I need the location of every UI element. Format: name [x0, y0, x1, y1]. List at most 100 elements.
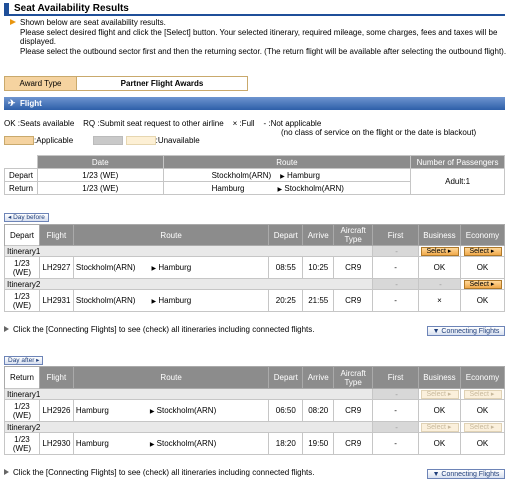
flight-section-header: ✈ Flight [4, 97, 505, 110]
col-aircraft: Aircraft Type [333, 224, 374, 246]
intro-line-1: Shown below are seat availability result… [20, 18, 166, 27]
first-availability: - [372, 432, 419, 455]
route-to: Stockholm(ARN) [156, 439, 217, 448]
route-arrow-icon: ▶ [149, 442, 155, 448]
flight-date: 1/23 (WE) [4, 256, 40, 279]
header-accent-bar [4, 3, 9, 14]
legend-na: - :Not applicable [263, 119, 322, 128]
itinerary-summary-table: Date Route Number of Passengers Depart 1… [4, 155, 505, 195]
summary-header-passengers: Number of Passengers [410, 155, 505, 169]
flight-number: LH2930 [38, 432, 74, 455]
summary-header-route: Route [162, 155, 412, 169]
depart-time: 20:25 [268, 289, 304, 312]
intro-line-2: Please select desired flight and click t… [20, 27, 498, 47]
page-header: Seat Availability Results [4, 2, 505, 16]
flight-number: LH2931 [38, 289, 74, 312]
first-select-disabled: - [372, 278, 419, 290]
legend-na-note: (no class of service on the flight or th… [281, 128, 477, 137]
tab-return[interactable]: Return [4, 366, 40, 389]
summary-header-date: Date [36, 155, 164, 169]
table-row: 1/23 (WE) LH2930 Hamburg ▶ Stockholm(ARN)… [4, 432, 506, 455]
flight-date: 1/23 (WE) [4, 289, 40, 312]
legend-rq: RQ :Submit seat request to other airline [83, 119, 224, 128]
route-to: Stockholm(ARN) [156, 406, 217, 415]
flight-number: LH2926 [38, 399, 74, 422]
arrive-time: 19:50 [302, 432, 335, 455]
connecting-note: Click the [Connecting Flights] to see (c… [4, 325, 314, 334]
business-select-button[interactable]: Select ▸ [421, 247, 460, 256]
depart-time: 06:50 [268, 399, 304, 422]
connecting-flights-button[interactable]: ▼ Connecting Flights [427, 469, 505, 479]
economy-select-button[interactable]: Select ▸ [464, 280, 503, 289]
col-first: First [372, 366, 419, 389]
col-economy: Economy [459, 224, 506, 246]
col-route: Route [72, 224, 270, 246]
aircraft-type: CR9 [333, 289, 374, 312]
table-row: 1/23 (WE) LH2926 Hamburg ▶ Stockholm(ARN)… [4, 399, 506, 422]
business-availability: × [417, 289, 461, 312]
business-select-button: Select ▸ [421, 423, 460, 432]
summary-depart-route: Stockholm(ARN) ▶ Hamburg [162, 168, 412, 182]
airplane-icon: ✈ [8, 98, 16, 108]
economy-select-button[interactable]: Select ▸ [464, 247, 503, 256]
economy-select-button: Select ▸ [464, 390, 503, 399]
depart-time: 18:20 [268, 432, 304, 455]
arrive-time: 10:25 [302, 256, 335, 279]
aircraft-type: CR9 [333, 432, 374, 455]
legend-full: × :Full [232, 119, 255, 128]
route-from: Stockholm(ARN) [211, 170, 272, 180]
arrive-time: 08:20 [302, 399, 335, 422]
route-to: Hamburg [158, 263, 192, 272]
summary-return-date: 1/23 (WE) [36, 181, 164, 195]
economy-availability: OK [459, 432, 506, 455]
triangle-icon [4, 326, 9, 332]
col-arrive: Arrive [302, 366, 335, 389]
intro-line-3: Please select the outbound sector first … [20, 46, 507, 56]
col-flight: Flight [38, 366, 74, 389]
day-after-button[interactable]: Day after ▸ [4, 356, 44, 365]
flight-route: Hamburg ▶ Stockholm(ARN) [72, 399, 270, 422]
flight-number: LH2927 [38, 256, 74, 279]
first-select-disabled: - [372, 388, 419, 400]
itinerary-header-row: Itinerary1 - Select ▸ Select ▸ [3, 388, 506, 400]
first-select-disabled: - [372, 421, 419, 433]
disabled-swatch [93, 136, 124, 145]
table-row: 1/23 (WE) LH2931 Stockholm(ARN) ▶ Hamburg… [4, 289, 506, 312]
itinerary-label: Itinerary1 [3, 245, 374, 257]
business-availability: OK [417, 399, 461, 422]
triangle-icon [4, 469, 9, 475]
route-arrow-icon: ▶ [149, 409, 155, 415]
page-title: Seat Availability Results [14, 3, 129, 14]
first-availability: - [372, 289, 419, 312]
depart-flights-table: Depart Flight Route Depart Arrive Aircra… [3, 224, 506, 312]
day-before-button[interactable]: ◂ Day before [4, 213, 49, 222]
route-from: Hamburg [75, 406, 109, 415]
summary-passengers: Adult:1 [410, 168, 505, 195]
tab-depart[interactable]: Depart [4, 224, 40, 246]
flight-date: 1/23 (WE) [4, 432, 40, 455]
route-to: Stockholm(ARN) [284, 183, 344, 193]
flight-route: Hamburg ▶ Stockholm(ARN) [72, 432, 270, 455]
summary-row-depart: Depart 1/23 (WE) Stockholm(ARN) ▶ Hamburg… [4, 168, 505, 195]
legend-symbols: OK :Seats available RQ :Submit seat requ… [4, 119, 504, 137]
itinerary-header-row: Itinerary1 - Select ▸ Select ▸ [3, 245, 506, 257]
intro-text: Shown below are seat availability result… [7, 18, 507, 56]
itinerary-header-row: Itinerary2 - Select ▸ Select ▸ [3, 421, 506, 433]
col-flight: Flight [38, 224, 74, 246]
col-depart: Depart [268, 224, 304, 246]
legend-unavailable: :Unavailable [155, 136, 200, 145]
connecting-flights-button[interactable]: ▼ Connecting Flights [427, 326, 505, 336]
itinerary-label: Itinerary2 [3, 278, 374, 290]
itinerary-header-row: Itinerary2 - - Select ▸ [3, 278, 506, 290]
route-arrow-icon: ▶ [280, 173, 285, 180]
legend-colors: :Applicable :Unavailable [4, 136, 200, 145]
flight-date: 1/23 (WE) [4, 399, 40, 422]
arrive-time: 21:55 [302, 289, 335, 312]
first-select-disabled: - [372, 245, 419, 257]
route-from: Stockholm(ARN) [75, 263, 136, 272]
summary-return-label: Return [4, 181, 38, 195]
return-flights-table: Return Flight Route Depart Arrive Aircra… [3, 366, 506, 455]
col-route: Route [72, 366, 270, 389]
economy-select-button: Select ▸ [464, 423, 503, 432]
aircraft-type: CR9 [333, 399, 374, 422]
